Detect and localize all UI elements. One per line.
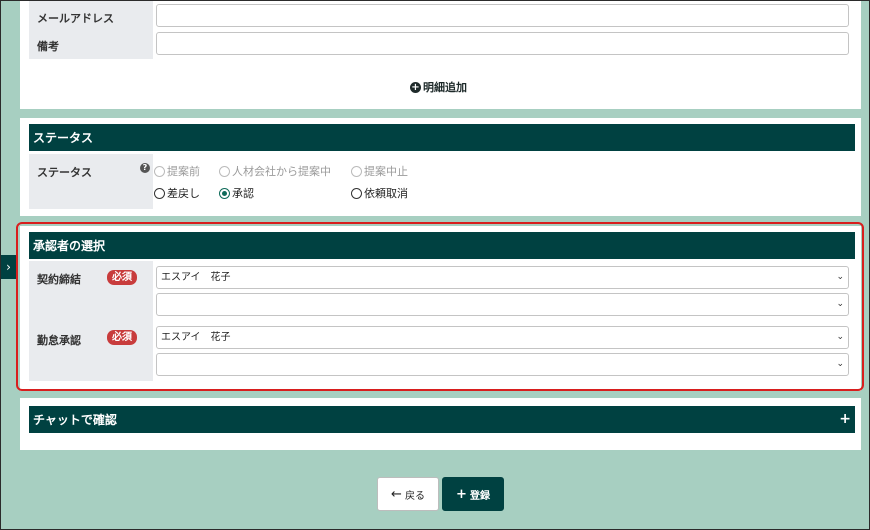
plus-icon: + [456,486,467,502]
required-badge: 必須 [107,270,137,285]
select-value: エスアイ 花子 [161,332,231,343]
radio-label: 人材会社から提案中 [232,165,331,178]
back-label: 戻る [404,490,425,502]
status-header: ステータス [29,124,855,151]
sidebar-toggle-chevron-right-icon[interactable]: › [1,255,16,279]
email-label: メールアドレス [37,12,114,25]
radio-button [219,165,230,177]
contract-approver-select[interactable]: エスアイ 花子 ⌄ [156,266,849,289]
radio-label: 依頼取消 [364,187,408,200]
chevron-down-icon: ⌄ [836,299,844,309]
radio-label: 提案前 [167,165,200,178]
attendance-approver-select[interactable]: エスアイ 花子 ⌄ [156,326,849,349]
back-button[interactable]: ← 戻る [377,477,439,511]
notes-field[interactable] [156,32,849,55]
add-detail-label: 明細追加 [423,81,467,94]
attendance-approver-select-2[interactable]: ⌄ [156,353,849,376]
radio-label: 提案中止 [364,165,408,178]
radio-button [154,187,165,199]
radio-label: 承認 [232,187,254,200]
contact-panel: メールアドレス 備考 + 明細追加 [20,1,861,109]
required-badge: 必須 [107,330,137,345]
status-option-proposal-cancelled[interactable]: 提案中止 [351,163,408,179]
radio-button [351,165,362,177]
status-option-pre-proposal[interactable]: 提案前 [154,163,200,179]
status-option-request-cancel[interactable]: 依頼取消 [351,185,408,201]
chat-panel: チャットで確認 + [20,398,861,450]
radio-label: 差戻し [167,187,200,200]
expand-icon[interactable]: + [839,406,851,433]
help-icon[interactable]: ? [140,163,150,173]
status-option-agency-proposing[interactable]: 人材会社から提案中 [219,163,331,179]
add-detail-button[interactable]: + 明細追加 [410,79,467,95]
radio-button [219,187,230,199]
chat-header-label: チャットで確認 [33,413,117,427]
chevron-down-icon: ⌄ [836,272,844,282]
status-option-approved[interactable]: 承認 [219,185,254,201]
notes-label: 備考 [37,40,59,53]
approver-header: 承認者の選択 [29,232,855,259]
attendance-label: 勤怠承認 [37,334,81,347]
contract-approver-select-2[interactable]: ⌄ [156,293,849,316]
status-panel: ステータス ステータス ? 提案前 人材会社から提案中 提案中止 差戻し 承認 … [20,118,861,216]
chevron-down-icon: ⌄ [836,332,844,342]
register-button[interactable]: + 登録 [442,477,504,511]
plus-circle-icon: + [410,81,421,93]
chevron-down-icon: ⌄ [836,359,844,369]
status-option-returned[interactable]: 差戻し [154,185,200,201]
contract-label: 契約締結 [37,273,81,286]
radio-button [351,187,362,199]
approver-panel: 承認者の選択 契約締結 必須 エスアイ 花子 ⌄ ⌄ 勤怠承認 必須 エスアイ … [20,226,861,391]
app-frame: メールアドレス 備考 + 明細追加 ステータス ステータス ? 提案前 人材会社… [0,0,870,530]
select-value: エスアイ 花子 [161,272,231,283]
label-column [29,154,153,209]
radio-button [154,165,165,177]
status-label: ステータス [37,166,92,179]
chat-header[interactable]: チャットで確認 + [29,406,855,433]
email-field[interactable] [156,4,849,27]
register-label: 登録 [469,490,490,502]
arrow-left-icon: ← [391,486,402,502]
